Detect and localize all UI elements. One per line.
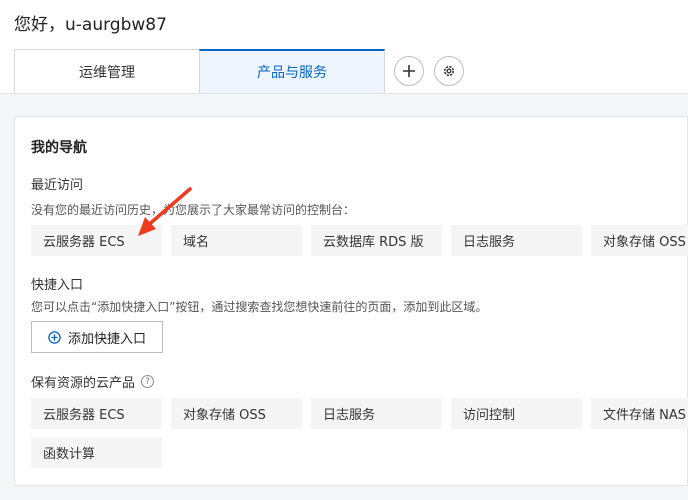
recent-item[interactable]: 云数据库 RDS 版 [311,225,442,256]
settings-button[interactable] [434,56,464,86]
card-title: 我的导航 [31,140,87,156]
owned-heading: 保有资源的云产品 ? [31,372,155,391]
header: 您好，u-aurgbw87 运维管理 产品与服务 [0,0,688,94]
plus-circle-icon [48,330,61,344]
owned-item[interactable]: 文件存储 NAS [591,398,688,429]
recent-heading: 最近访问 [31,178,84,193]
shortcuts-note: 您可以点击“添加快捷入口”按钮，通过搜索查找您想快速前往的页面，添加到此区域。 [31,300,488,314]
owned-item[interactable]: 对象存储 OSS [171,398,302,429]
question-icon[interactable]: ? [141,375,155,388]
add-shortcut-label: 添加快捷入口 [67,331,146,347]
owned-item[interactable]: 访问控制 [451,398,582,429]
my-navigation-card: 我的导航 最近访问 没有您的最近访问历史，为您展示了大家最常访问的控制台： 云服… [14,116,688,486]
plus-icon [403,65,415,77]
owned-item[interactable]: 云服务器 ECS [31,398,162,429]
gear-icon [443,65,455,77]
tab-products-services[interactable]: 产品与服务 [199,49,385,93]
add-shortcut-button[interactable]: 添加快捷入口 [31,321,163,353]
recent-note: 没有您的最近访问历史，为您展示了大家最常访问的控制台： [31,203,356,217]
owned-item[interactable]: 日志服务 [311,398,442,429]
recent-item[interactable]: 日志服务 [451,225,582,256]
add-tab-button[interactable] [394,56,424,86]
owned-item[interactable]: 函数计算 [31,437,162,468]
owned-heading-label: 保有资源的云产品 [31,376,136,391]
recent-item[interactable]: 云服务器 ECS [31,225,162,256]
shortcuts-heading: 快捷入口 [31,278,84,293]
recent-item[interactable]: 对象存储 OSS [591,225,688,256]
recent-item[interactable]: 域名 [171,225,302,256]
greeting: 您好，u-aurgbw87 [14,15,167,35]
tab-ops-management[interactable]: 运维管理 [14,49,200,93]
